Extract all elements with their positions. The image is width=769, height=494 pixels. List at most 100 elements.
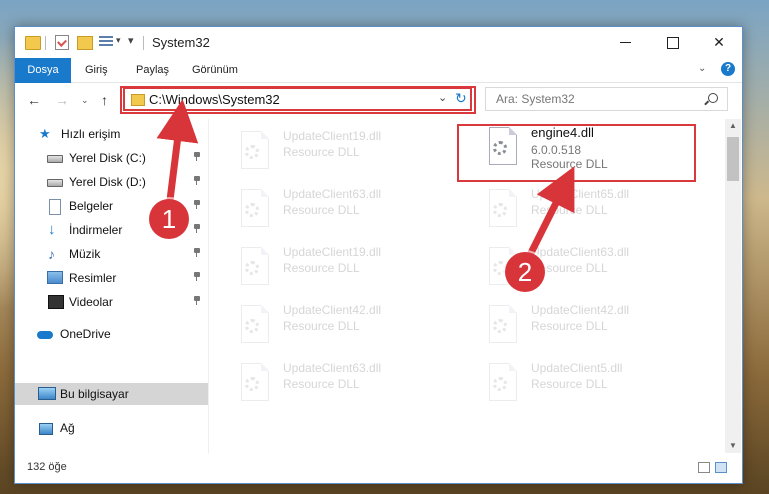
file-name: UpdateClient65.dll xyxy=(531,187,630,201)
dll-file-icon xyxy=(239,247,271,285)
file-name: UpdateClient19.dll xyxy=(283,129,382,143)
file-name: UpdateClient5.dll xyxy=(531,361,623,375)
file-name: UpdateClient63.dll xyxy=(531,245,630,259)
dll-file-icon xyxy=(487,305,519,343)
dll-file-icon xyxy=(239,131,271,169)
details-view-icon[interactable] xyxy=(698,462,710,473)
sidebar-item-onedrive[interactable]: OneDrive xyxy=(15,323,208,345)
pin-icon xyxy=(194,152,200,161)
file-name: UpdateClient63.dll xyxy=(283,361,382,375)
file-item[interactable]: UpdateClient5.dll Resource DLL xyxy=(473,355,703,411)
search-input[interactable]: Ara: System32 xyxy=(485,87,728,111)
sidebar-item-label: Yerel Disk (C:) xyxy=(69,151,146,165)
dll-file-icon xyxy=(239,189,271,227)
download-icon: ↓ xyxy=(48,221,56,238)
file-item[interactable]: UpdateClient42.dll Resource DLL xyxy=(473,297,703,353)
file-item[interactable]: UpdateClient63.dll Resource DLL xyxy=(225,355,455,411)
file-name: UpdateClient63.dll xyxy=(283,187,382,201)
file-name: UpdateClient19.dll xyxy=(283,245,382,259)
star-icon: ★ xyxy=(39,126,51,141)
sidebar-item-videos[interactable]: Videolar xyxy=(15,291,208,313)
sidebar-item-this-pc[interactable]: Bu bilgisayar xyxy=(15,383,208,405)
pin-icon xyxy=(194,296,200,305)
dll-file-icon xyxy=(239,363,271,401)
sidebar-item-label: İndirmeler xyxy=(69,223,123,237)
pin-icon xyxy=(194,248,200,257)
disk-icon xyxy=(47,179,63,187)
file-type: Resource DLL xyxy=(531,377,608,391)
sidebar-item-label: Ağ xyxy=(60,421,75,435)
maximize-button[interactable] xyxy=(650,27,696,58)
up-button[interactable]: ↑ xyxy=(101,92,108,108)
scroll-down-icon[interactable]: ▼ xyxy=(729,441,737,450)
tab-home[interactable]: Giriş xyxy=(75,58,118,82)
view-dropdown-icon[interactable]: ▾ xyxy=(116,35,121,51)
properties-icon[interactable] xyxy=(55,35,69,50)
forward-button[interactable]: → xyxy=(55,92,69,108)
dll-file-icon xyxy=(239,305,271,343)
new-folder-icon[interactable] xyxy=(77,36,93,50)
sidebar-item-label: Belgeler xyxy=(69,199,114,213)
recent-locations-icon[interactable]: ⌄ xyxy=(81,95,89,106)
close-button[interactable]: ✕ xyxy=(696,27,742,58)
sidebar-item-local-disk-d[interactable]: Yerel Disk (D:) xyxy=(15,171,208,193)
document-icon xyxy=(49,199,61,215)
large-icons-view-icon[interactable] xyxy=(715,462,727,473)
file-item[interactable]: UpdateClient42.dll Resource DLL xyxy=(225,297,455,353)
scroll-up-icon[interactable]: ▲ xyxy=(729,121,737,130)
sidebar-item-label: Müzik xyxy=(69,247,101,261)
file-type: Resource DLL xyxy=(283,261,360,275)
toolbar-separator xyxy=(45,36,46,50)
sidebar-item-label: Hızlı erişim xyxy=(61,127,121,141)
step-2-badge: 2 xyxy=(505,252,545,292)
sidebar-item-label: Yerel Disk (D:) xyxy=(69,175,146,189)
file-name: UpdateClient42.dll xyxy=(283,303,382,317)
back-button[interactable]: ← xyxy=(27,92,41,108)
scrollbar-thumb[interactable] xyxy=(727,137,739,181)
minimize-button[interactable] xyxy=(602,27,648,58)
sidebar-item-label: Resimler xyxy=(69,271,117,285)
sidebar-item-local-disk-c[interactable]: Yerel Disk (C:) xyxy=(15,147,208,169)
sidebar-item-pictures[interactable]: Resimler xyxy=(15,267,208,289)
file-item[interactable]: UpdateClient65.dll Resource DLL xyxy=(473,181,703,237)
search-placeholder: Ara: System32 xyxy=(496,92,575,106)
dll-file-icon xyxy=(487,189,519,227)
file-type: Resource DLL xyxy=(283,377,360,391)
sidebar-item-music[interactable]: ♪ Müzik xyxy=(15,243,208,265)
toolbar-separator xyxy=(143,36,144,50)
cloud-icon xyxy=(37,331,53,339)
file-item[interactable]: UpdateClient19.dll Resource DLL xyxy=(225,123,455,179)
file-name: UpdateClient42.dll xyxy=(531,303,630,317)
folder-icon xyxy=(25,36,41,50)
tab-view[interactable]: Görünüm xyxy=(182,58,248,82)
sidebar-item-quick-access[interactable]: ★ Hızlı erişim xyxy=(15,123,208,145)
pictures-icon xyxy=(47,271,63,284)
pin-icon xyxy=(194,224,200,233)
sidebar-item-network[interactable]: Ağ xyxy=(15,417,208,439)
network-icon xyxy=(39,423,53,435)
search-icon[interactable] xyxy=(708,93,718,103)
file-item[interactable]: UpdateClient63.dll Resource DLL xyxy=(225,181,455,237)
pin-icon xyxy=(194,200,200,209)
pin-icon xyxy=(194,272,200,281)
window-title: System32 xyxy=(152,35,210,50)
minimize-icon xyxy=(619,42,631,43)
sidebar-item-label: Bu bilgisayar xyxy=(60,387,129,401)
pane-divider xyxy=(208,119,209,453)
help-icon[interactable]: ? xyxy=(721,62,735,76)
computer-icon xyxy=(38,387,56,400)
ribbon-expand-icon[interactable]: ⌄ xyxy=(698,63,706,74)
file-item[interactable]: UpdateClient19.dll Resource DLL xyxy=(225,239,455,295)
file-type: Resource DLL xyxy=(531,319,608,333)
file-type: Resource DLL xyxy=(283,145,360,159)
customize-toolbar-icon[interactable]: ▾ xyxy=(128,34,134,50)
dll-file-icon xyxy=(487,363,519,401)
maximize-icon xyxy=(667,36,679,49)
disk-icon xyxy=(47,155,63,163)
vertical-scrollbar[interactable]: ▲ ▼ xyxy=(725,119,741,453)
highlight-box-engine4-dll xyxy=(457,124,696,182)
pin-icon xyxy=(194,176,200,185)
sidebar-item-label: Videolar xyxy=(69,295,113,309)
tab-share[interactable]: Paylaş xyxy=(126,58,179,82)
view-options-icon[interactable] xyxy=(99,36,113,48)
